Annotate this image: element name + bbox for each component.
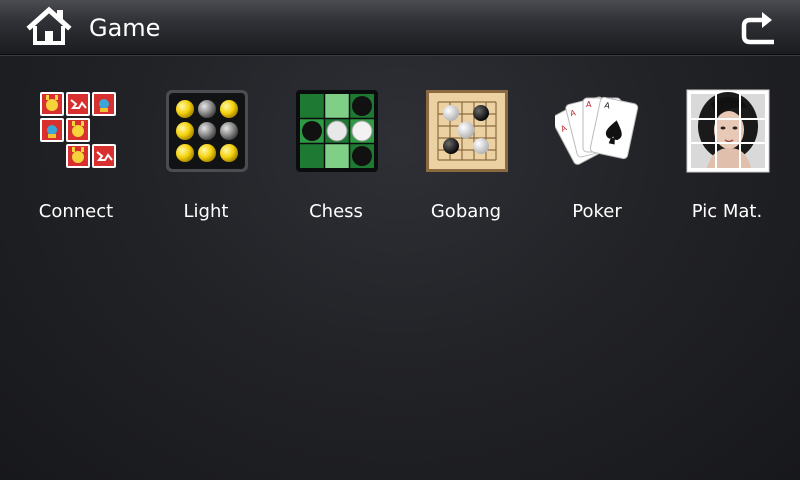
gobang-icon bbox=[424, 86, 510, 174]
app-chess[interactable]: Chess bbox=[271, 84, 401, 234]
app-connect[interactable]: Connect bbox=[11, 84, 141, 234]
app-pic-match[interactable]: Pic Mat. bbox=[662, 84, 792, 234]
return-icon bbox=[741, 12, 774, 45]
app-label: Light bbox=[183, 201, 229, 222]
home-icon bbox=[26, 6, 72, 45]
title-bar: Game bbox=[0, 0, 800, 55]
back-button[interactable] bbox=[738, 8, 778, 46]
page-title: Game bbox=[89, 14, 161, 42]
app-label: Gobang bbox=[430, 201, 502, 222]
app-label: Chess bbox=[309, 201, 363, 222]
game-screen: Game Connect Light Chess Gobang A A A A … bbox=[0, 0, 800, 480]
svg-text:A: A bbox=[586, 100, 592, 109]
chess-icon bbox=[294, 86, 380, 174]
light-icon bbox=[164, 86, 250, 174]
home-button[interactable] bbox=[26, 6, 72, 46]
app-gobang[interactable]: Gobang bbox=[401, 84, 531, 234]
app-label: Poker bbox=[572, 201, 622, 222]
connect-icon bbox=[34, 86, 120, 174]
picture-match-icon bbox=[685, 86, 771, 174]
app-poker[interactable]: A A A A Poker bbox=[532, 84, 662, 234]
poker-icon: A A A A bbox=[555, 86, 641, 174]
app-label: Connect bbox=[38, 201, 114, 222]
app-label: Pic Mat. bbox=[691, 201, 763, 222]
app-light[interactable]: Light bbox=[141, 84, 271, 234]
